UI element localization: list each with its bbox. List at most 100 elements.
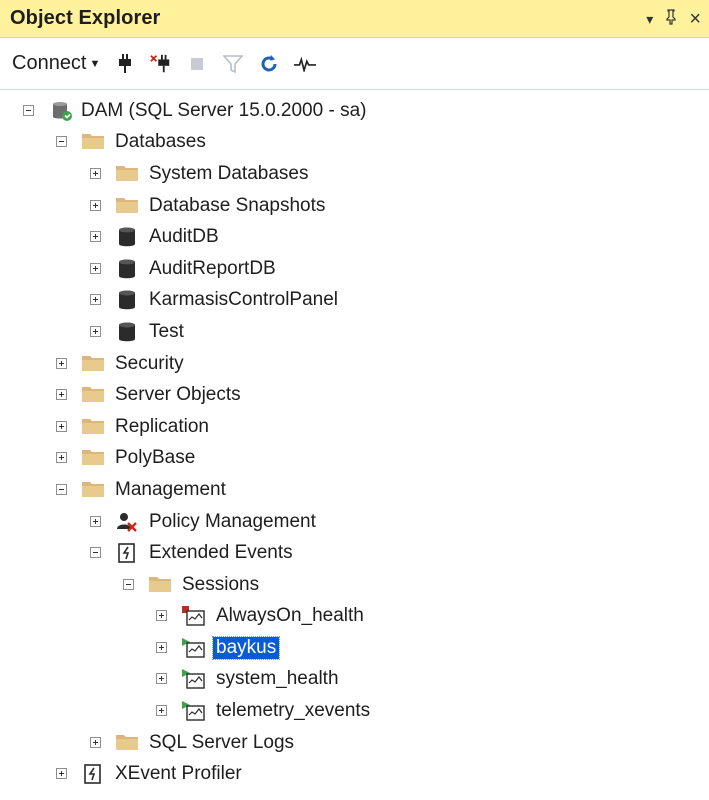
close-icon[interactable]: × — [689, 9, 701, 29]
folder-icon — [81, 384, 105, 406]
xevent-profiler-icon — [83, 763, 107, 785]
tree-label: Security — [115, 352, 184, 374]
session-running-icon — [181, 637, 205, 659]
tree-label: Policy Management — [149, 510, 316, 532]
database-icon — [117, 258, 141, 280]
tree-label: AlwaysOn_health — [216, 605, 364, 627]
tree-node-databases[interactable]: Databases — [0, 127, 709, 159]
expand-toggle[interactable] — [156, 610, 167, 622]
expand-toggle[interactable] — [56, 357, 67, 369]
tree-node-server[interactable]: DAM (SQL Server 15.0.2000 - sa) — [0, 95, 709, 127]
window-position-dropdown-icon[interactable]: ▾ — [646, 12, 653, 26]
tree-label: AuditDB — [149, 226, 219, 248]
folder-icon — [115, 195, 139, 217]
tree-node-session[interactable]: telemetry_xevents — [0, 695, 709, 727]
expand-toggle[interactable] — [90, 515, 101, 527]
folder-icon — [115, 163, 139, 185]
filter-icon[interactable] — [222, 53, 244, 75]
tree-label: Server Objects — [115, 384, 241, 406]
tree-node-database-snapshots[interactable]: Database Snapshots — [0, 190, 709, 222]
expand-toggle[interactable] — [56, 452, 67, 464]
tree-node-replication[interactable]: Replication — [0, 411, 709, 443]
disconnect-icon[interactable] — [150, 53, 172, 75]
expand-toggle[interactable] — [56, 768, 67, 780]
tree-node-security[interactable]: Security — [0, 348, 709, 380]
expand-toggle[interactable] — [90, 199, 101, 211]
tree-node-extended-events[interactable]: Extended Events — [0, 537, 709, 569]
refresh-icon[interactable] — [258, 53, 280, 75]
title-bar: Object Explorer ▾ × — [0, 0, 709, 38]
session-running-icon — [181, 700, 205, 722]
extended-events-icon — [117, 542, 141, 564]
folder-icon — [148, 574, 172, 596]
folder-icon — [81, 447, 105, 469]
collapse-toggle[interactable] — [56, 483, 67, 495]
tree-label: Sessions — [182, 573, 260, 595]
tree-node-polybase[interactable]: PolyBase — [0, 443, 709, 475]
expand-toggle[interactable] — [56, 389, 67, 401]
stop-icon[interactable] — [186, 53, 208, 75]
expand-toggle[interactable] — [90, 294, 101, 306]
folder-icon — [81, 131, 105, 153]
database-icon — [117, 289, 141, 311]
expand-toggle[interactable] — [156, 705, 167, 717]
collapse-toggle[interactable] — [123, 578, 134, 590]
tree-node-system-databases[interactable]: System Databases — [0, 158, 709, 190]
tree-label: Replication — [115, 415, 209, 437]
tree-node-session[interactable]: baykus — [0, 632, 709, 664]
tree-label: PolyBase — [115, 447, 196, 469]
expand-toggle[interactable] — [90, 325, 101, 337]
tree-node-database[interactable]: KarmasisControlPanel — [0, 285, 709, 317]
session-stopped-icon — [181, 605, 205, 627]
database-icon — [117, 226, 141, 248]
expand-toggle[interactable] — [90, 167, 101, 179]
expand-toggle[interactable] — [156, 673, 167, 685]
activity-monitor-icon[interactable] — [294, 53, 317, 75]
expand-toggle[interactable] — [90, 736, 101, 748]
collapse-toggle[interactable] — [90, 547, 101, 559]
expand-toggle[interactable] — [90, 262, 101, 274]
tree-label: Database Snapshots — [149, 194, 326, 216]
connect-icon[interactable] — [114, 53, 136, 75]
collapse-toggle[interactable] — [23, 104, 34, 116]
expand-toggle[interactable] — [56, 420, 67, 432]
title-bar-buttons: ▾ × — [646, 9, 701, 29]
tree-node-sessions[interactable]: Sessions — [0, 569, 709, 601]
expand-toggle[interactable] — [156, 641, 167, 653]
folder-icon — [81, 479, 105, 501]
tree-node-database[interactable]: AuditDB — [0, 221, 709, 253]
tree-node-session[interactable]: AlwaysOn_health — [0, 601, 709, 633]
session-running-icon — [181, 668, 205, 690]
database-icon — [117, 321, 141, 343]
tree-node-database[interactable]: AuditReportDB — [0, 253, 709, 285]
tree-node-management[interactable]: Management — [0, 474, 709, 506]
object-explorer-panel: Object Explorer ▾ × Connect ▼ DAM (SQL S… — [0, 0, 709, 800]
connect-button[interactable]: Connect ▼ — [12, 52, 100, 75]
tree-label: DAM (SQL Server 15.0.2000 - sa) — [81, 99, 367, 121]
object-tree: DAM (SQL Server 15.0.2000 - sa) Database… — [0, 90, 709, 790]
tree-node-database[interactable]: Test — [0, 316, 709, 348]
collapse-toggle[interactable] — [56, 136, 67, 148]
tree-node-sql-server-logs[interactable]: SQL Server Logs — [0, 727, 709, 759]
folder-icon — [81, 353, 105, 375]
tree-label: SQL Server Logs — [149, 731, 295, 753]
server-connected-icon — [50, 100, 74, 122]
tree-node-xevent-profiler[interactable]: XEvent Profiler — [0, 758, 709, 790]
chevron-down-icon: ▼ — [89, 57, 101, 70]
tree-node-policy-management[interactable]: Policy Management — [0, 506, 709, 538]
tree-label: system_health — [216, 668, 339, 690]
tree-node-server-objects[interactable]: Server Objects — [0, 379, 709, 411]
folder-icon — [115, 732, 139, 754]
auto-hide-pin-icon[interactable] — [665, 9, 677, 28]
folder-icon — [81, 416, 105, 438]
tree-label: Extended Events — [149, 542, 293, 564]
connect-label: Connect — [12, 52, 87, 74]
tree-label: Management — [115, 478, 226, 500]
tree-label: XEvent Profiler — [115, 763, 242, 785]
tree-label: AuditReportDB — [149, 257, 276, 279]
tree-node-session[interactable]: system_health — [0, 664, 709, 696]
policy-icon — [115, 511, 139, 533]
tree-label: System Databases — [149, 162, 309, 184]
tree-label: Databases — [115, 131, 206, 153]
expand-toggle[interactable] — [90, 231, 101, 243]
